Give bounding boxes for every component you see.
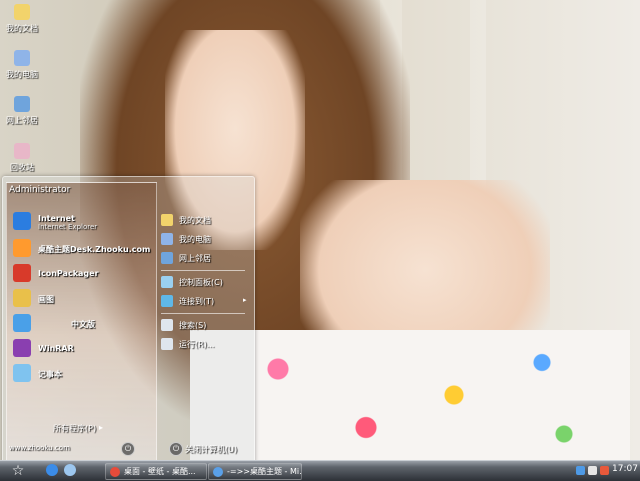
taskbar-button-label: 桌面 - 壁纸 - 桌酷...: [124, 467, 196, 476]
desktop-icon-label: 网上邻居: [6, 116, 38, 125]
control-panel-item[interactable]: 控制面板(C): [161, 275, 251, 289]
wallpaper-dress: [190, 330, 630, 460]
documents-icon: [161, 214, 173, 226]
recycle-bin-icon: [14, 143, 30, 159]
security-icon[interactable]: [600, 466, 609, 475]
start-menu: Administrator Internet Internet Explorer…: [2, 176, 255, 465]
desktop-icon-label: 回收站: [10, 163, 34, 172]
menu-divider: [161, 313, 245, 314]
theme-icon: [13, 239, 31, 257]
place-label: 网上邻居: [179, 254, 211, 263]
program-label: 记事本: [38, 370, 62, 379]
network-tray-icon[interactable]: [576, 466, 585, 475]
start-button[interactable]: ☆: [8, 463, 28, 479]
chevron-right-icon: ▸: [99, 423, 104, 432]
taskbar-button-desktop-wallpaper[interactable]: 桌面 - 壁纸 - 桌酷...: [105, 463, 207, 480]
program-label: Internet: [38, 214, 75, 223]
control-panel-icon: [161, 276, 173, 288]
place-label: 我的文档: [179, 216, 211, 225]
program-label: IconPackager: [38, 269, 99, 278]
program-label: 桌酷主题Desk.Zhooku.com: [38, 245, 151, 254]
program-paint[interactable]: 画图: [11, 288, 156, 310]
winrar-icon: [13, 339, 31, 357]
program-winrar[interactable]: WinRAR: [11, 338, 156, 360]
desktop-icon-my-computer[interactable]: 我的电脑: [0, 50, 44, 80]
connect-icon: [161, 295, 173, 307]
tool-label: 搜索(S): [179, 321, 207, 330]
computer-icon: [14, 50, 30, 66]
ie-icon[interactable]: [46, 464, 58, 476]
network-icon: [161, 252, 173, 264]
program-label: 画图: [38, 295, 54, 304]
desktop-icon-my-documents[interactable]: 我的文档: [0, 4, 44, 34]
search-item[interactable]: 搜索(S): [161, 318, 251, 332]
place-my-documents[interactable]: 我的文档: [161, 213, 251, 227]
program-chinese-edition[interactable]: 中文版: [11, 313, 156, 335]
clock[interactable]: 17:07: [612, 464, 638, 474]
program-internet[interactable]: Internet Internet Explorer: [11, 211, 156, 233]
place-label: 我的电脑: [179, 235, 211, 244]
iconpackager-icon: [13, 264, 31, 282]
taskbar: ☆ 桌面 - 壁纸 - 桌酷... -=>>桌酷主题 - Mi... 17:07: [0, 460, 640, 481]
tool-label: 运行(R)...: [179, 340, 215, 349]
desktop-icon-label: 我的文档: [6, 24, 38, 33]
user-name: Administrator: [9, 185, 71, 195]
program-zhooku-theme[interactable]: 桌酷主题Desk.Zhooku.com: [11, 238, 156, 260]
taskbar-button-zhooku-theme[interactable]: -=>>桌酷主题 - Mi...: [208, 463, 302, 480]
program-notepad[interactable]: 记事本: [11, 363, 156, 385]
network-icon: [14, 96, 30, 112]
program-sublabel: Internet Explorer: [38, 223, 98, 231]
shutdown-icon[interactable]: ⏻: [169, 442, 183, 456]
menu-divider: [161, 270, 245, 271]
app-icon: [13, 314, 31, 332]
run-item[interactable]: 运行(R)...: [161, 337, 251, 351]
settings-label: 连接到(T): [179, 297, 215, 306]
run-icon: [161, 338, 173, 350]
taskbar-button-label: -=>>桌酷主题 - Mi...: [227, 467, 302, 476]
paint-icon: [13, 289, 31, 307]
notepad-icon: [13, 364, 31, 382]
footer-url: www.zhooku.com: [9, 444, 70, 452]
settings-label: 控制面板(C): [179, 278, 223, 287]
show-desktop-icon[interactable]: [64, 464, 76, 476]
search-icon: [161, 319, 173, 331]
program-label: WinRAR: [38, 344, 74, 353]
logoff-icon[interactable]: ⏻: [121, 442, 135, 456]
folder-icon: [14, 4, 30, 20]
program-label: 中文版: [71, 320, 95, 329]
connect-to-item[interactable]: 连接到(T) ▸: [161, 294, 251, 308]
place-network[interactable]: 网上邻居: [161, 251, 251, 265]
program-iconpackager[interactable]: IconPackager: [11, 263, 156, 285]
desktop-icon-label: 我的电脑: [6, 70, 38, 79]
browser-icon: [110, 466, 120, 477]
desktop-icon-recycle-bin[interactable]: 回收站: [0, 143, 44, 173]
chevron-right-icon: ▸: [243, 296, 247, 304]
window-icon: [213, 466, 223, 477]
desktop-icon-network[interactable]: 网上邻居: [0, 96, 44, 126]
all-programs-button[interactable]: 所有程序(P): [53, 423, 96, 434]
computer-icon: [161, 233, 173, 245]
ie-icon: [13, 212, 31, 230]
shutdown-button[interactable]: 关闭计算机(U): [185, 444, 237, 455]
place-my-computer[interactable]: 我的电脑: [161, 232, 251, 246]
volume-icon[interactable]: [588, 466, 597, 475]
